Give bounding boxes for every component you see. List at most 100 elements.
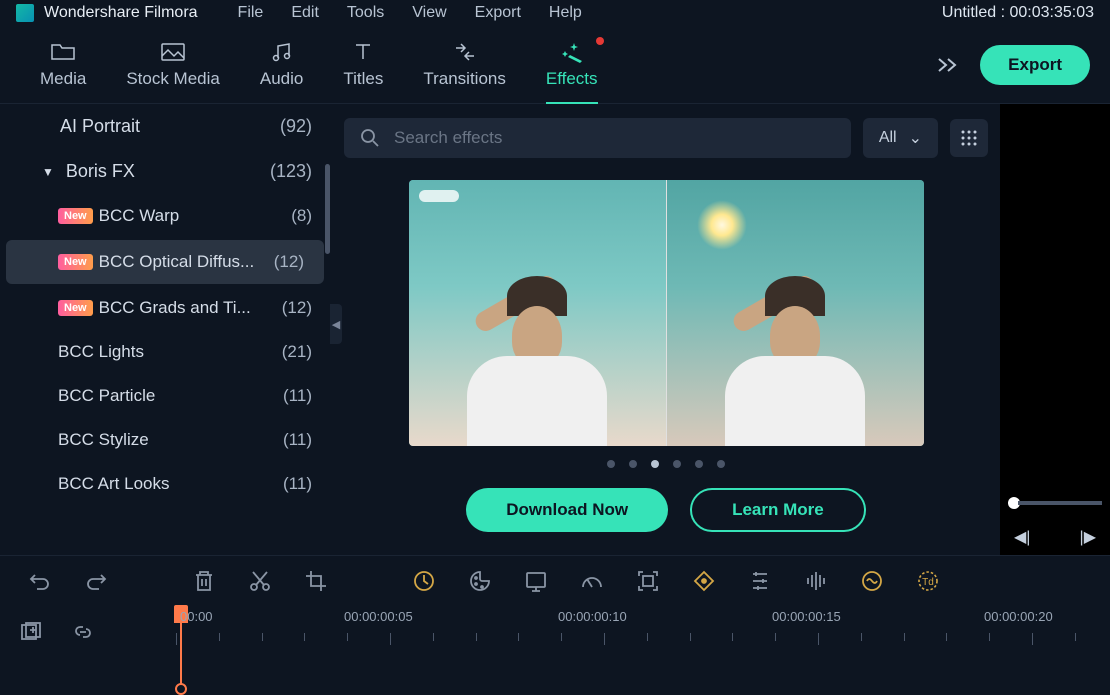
video-preview-panel: ◀| |▶ <box>1000 104 1110 555</box>
chevron-down-icon: ⌄ <box>909 128 922 148</box>
sidebar-scrollbar[interactable] <box>325 164 330 254</box>
export-button[interactable]: Export <box>980 45 1090 85</box>
collapse-sidebar-handle[interactable]: ◀ <box>330 304 342 344</box>
search-box[interactable] <box>344 118 851 158</box>
sidebar-item-bcc-lights[interactable]: BCC Lights (21) <box>0 330 332 374</box>
green-screen-button[interactable] <box>524 569 548 593</box>
audio-sync-button[interactable] <box>860 569 884 593</box>
project-status: Untitled : 00:03:35:03 <box>942 4 1094 22</box>
text-detect-button[interactable]: Td <box>916 569 940 593</box>
svg-text:Td: Td <box>922 577 934 588</box>
grid-icon <box>960 129 978 147</box>
main-area: AI Portrait (92) ▼Boris FX (123) NewBCC … <box>0 104 1110 555</box>
folder-icon <box>50 41 76 63</box>
add-track-button[interactable] <box>20 621 42 643</box>
new-badge: New <box>58 300 93 316</box>
title-bar: Wondershare Filmora File Edit Tools View… <box>0 0 1110 26</box>
preview-after <box>667 180 924 446</box>
time-label: 00:00:00:15 <box>772 609 841 624</box>
sidebar-item-boris-fx[interactable]: ▼Boris FX (123) <box>0 149 332 194</box>
time-label: 00:00:00:20 <box>984 609 1053 624</box>
play-button[interactable]: |▶ <box>1080 527 1096 547</box>
carousel-dot-3[interactable] <box>651 460 659 468</box>
tab-transitions[interactable]: Transitions <box>403 41 526 89</box>
cta-row: Download Now Learn More <box>344 488 988 532</box>
carousel-dot-2[interactable] <box>629 460 637 468</box>
prev-frame-button[interactable]: ◀| <box>1014 527 1030 547</box>
main-toolbar: Media Stock Media Audio Titles Transitio… <box>0 26 1110 104</box>
adjust-button[interactable] <box>748 569 772 593</box>
carousel-dot-4[interactable] <box>673 460 681 468</box>
video-preview[interactable] <box>1000 104 1110 491</box>
tab-media[interactable]: Media <box>20 41 106 89</box>
timeline: 00:00 00:00:00:05 00:00:00:10 00:00:00:1… <box>0 605 1110 691</box>
audio-adjust-button[interactable] <box>804 569 828 593</box>
effects-sidebar: AI Portrait (92) ▼Boris FX (123) NewBCC … <box>0 104 332 555</box>
carousel-dots <box>344 460 988 468</box>
delete-button[interactable] <box>192 569 216 593</box>
filter-dropdown[interactable]: All ⌄ <box>863 118 938 158</box>
menu-export[interactable]: Export <box>475 4 521 22</box>
more-tabs-button[interactable] <box>916 56 980 74</box>
preview-scrubber[interactable] <box>1000 491 1110 515</box>
chevron-down-icon: ▼ <box>42 165 54 179</box>
preview-controls: ◀| |▶ <box>1000 515 1110 555</box>
menu-bar: File Edit Tools View Export Help <box>238 4 582 22</box>
search-row: All ⌄ <box>344 104 988 172</box>
menu-view[interactable]: View <box>412 4 446 22</box>
sidebar-item-bcc-grads-tints[interactable]: NewBCC Grads and Ti... (12) <box>0 286 332 330</box>
new-badge: New <box>58 208 93 224</box>
tab-effects[interactable]: Effects <box>526 41 618 89</box>
image-icon <box>160 41 186 63</box>
sidebar-item-bcc-particle[interactable]: BCC Particle (11) <box>0 374 332 418</box>
speed-button[interactable] <box>412 569 436 593</box>
redo-button[interactable] <box>84 569 108 593</box>
menu-help[interactable]: Help <box>549 4 582 22</box>
time-label: 00:00:00:05 <box>344 609 413 624</box>
timeline-tools: Td <box>0 555 1110 605</box>
tab-stock-media-label: Stock Media <box>126 69 220 89</box>
speed-ramp-button[interactable] <box>580 569 604 593</box>
tab-stock-media[interactable]: Stock Media <box>106 41 240 89</box>
sidebar-item-bcc-art-looks[interactable]: BCC Art Looks (11) <box>0 462 332 506</box>
menu-file[interactable]: File <box>238 4 264 22</box>
time-label: 00:00:00:10 <box>558 609 627 624</box>
cut-button[interactable] <box>248 569 272 593</box>
search-icon <box>360 128 380 148</box>
tab-titles-label: Titles <box>343 69 383 89</box>
transitions-icon <box>452 41 478 63</box>
learn-more-button[interactable]: Learn More <box>690 488 866 532</box>
menu-edit[interactable]: Edit <box>291 4 319 22</box>
undo-button[interactable] <box>28 569 52 593</box>
color-button[interactable] <box>468 569 492 593</box>
preview-before <box>409 180 667 446</box>
music-icon <box>269 41 295 63</box>
text-icon <box>350 41 376 63</box>
carousel-dot-6[interactable] <box>717 460 725 468</box>
link-button[interactable] <box>72 621 94 643</box>
carousel-dot-1[interactable] <box>607 460 615 468</box>
timeline-track[interactable]: 00:00 00:00:00:05 00:00:00:10 00:00:00:1… <box>170 605 1110 691</box>
tab-titles[interactable]: Titles <box>323 41 403 89</box>
tab-audio[interactable]: Audio <box>240 41 323 89</box>
scrubber-track <box>1018 501 1102 505</box>
timeline-left-controls <box>0 605 170 691</box>
time-label: 00:00 <box>180 609 213 624</box>
keyframe-button[interactable] <box>692 569 716 593</box>
sidebar-item-bcc-optical-diffusion[interactable]: NewBCC Optical Diffus... (12) <box>6 240 324 284</box>
menu-tools[interactable]: Tools <box>347 4 384 22</box>
grid-view-button[interactable] <box>950 119 988 157</box>
search-input[interactable] <box>394 128 835 148</box>
tab-transitions-label: Transitions <box>423 69 506 89</box>
app-logo-icon <box>16 4 34 22</box>
crop-button[interactable] <box>304 569 328 593</box>
effect-preview-card <box>409 180 924 446</box>
effects-content-panel: ◀ All ⌄ <box>332 104 1000 555</box>
download-now-button[interactable]: Download Now <box>466 488 668 532</box>
motion-track-button[interactable] <box>636 569 660 593</box>
sidebar-item-bcc-warp[interactable]: NewBCC Warp (8) <box>0 194 332 238</box>
carousel-dot-5[interactable] <box>695 460 703 468</box>
wand-icon <box>559 41 585 63</box>
sidebar-item-ai-portrait[interactable]: AI Portrait (92) <box>0 104 332 149</box>
sidebar-item-bcc-stylize[interactable]: BCC Stylize (11) <box>0 418 332 462</box>
